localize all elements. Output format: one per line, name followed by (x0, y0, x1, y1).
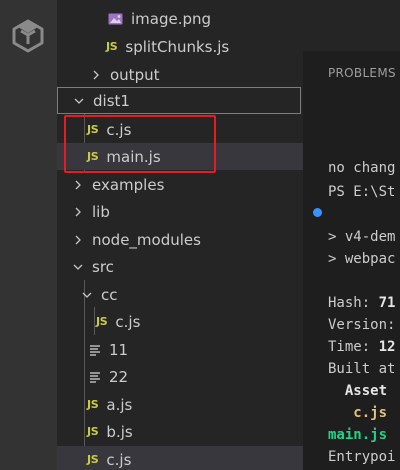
tree-folder-examples[interactable]: examples (57, 171, 303, 198)
terminal-text: Time: (328, 339, 379, 355)
tree-folder-src[interactable]: src (57, 253, 303, 280)
tree-item-label: a.js (106, 395, 133, 414)
tree-item-label: c.js (106, 450, 132, 469)
panel-area: PROBLEMS no chang PS E:\St > v4-dem > we… (303, 0, 400, 470)
terminal-line: Hash: 71 (328, 295, 395, 311)
terminal-line: PS E:\St (328, 184, 396, 200)
activity-bar (0, 0, 57, 470)
terminal-line: Time: 12 (328, 339, 395, 355)
tree-item-22[interactable]: 22 (57, 363, 303, 390)
chevron-down-icon (71, 260, 85, 274)
tree-item-label: b.js (106, 422, 133, 441)
vscode-window: image.png JS splitChunks.js output dist1… (0, 0, 400, 470)
chevron-right-icon (71, 205, 85, 219)
js-icon: JS (96, 315, 108, 328)
tab-problems[interactable]: PROBLEMS (328, 66, 396, 80)
tree-item-label: c.js (115, 312, 141, 331)
tree-item-label: cc (101, 285, 118, 304)
tree-item-label: src (92, 257, 114, 276)
tree-item-a-js[interactable]: JS a.js (57, 391, 303, 418)
chevron-right-icon (71, 178, 85, 192)
terminal-line: c.js (328, 405, 388, 421)
js-icon: JS (106, 40, 118, 53)
terminal-line: > webpac (328, 251, 396, 267)
js-icon: JS (87, 398, 99, 411)
terminal-text: 71 (378, 295, 396, 311)
tree-item-label: examples (92, 175, 165, 194)
tree-item-label: image.png (131, 9, 212, 28)
tree-item-label: node_modules (92, 230, 201, 249)
image-icon (108, 13, 123, 25)
app-logo-icon (12, 19, 44, 53)
terminal-line: Version: (328, 317, 396, 333)
terminal-line: > v4-dem (328, 229, 396, 245)
explorer-tree: image.png JS splitChunks.js output dist1… (57, 0, 303, 470)
terminal-line: no chang (328, 160, 396, 176)
chevron-down-icon (72, 94, 86, 108)
js-icon: JS (87, 453, 99, 466)
tree-item-11[interactable]: 11 (57, 336, 303, 363)
terminal-line: Built at (328, 361, 396, 377)
tree-item-cc-c-js[interactable]: JS c.js (57, 308, 303, 335)
tree-item-src-c-js[interactable]: JS c.js (57, 446, 303, 470)
text-file-icon (89, 371, 101, 383)
terminal-status-dot (313, 208, 322, 217)
tree-folder-dist1[interactable]: dist1 (57, 87, 301, 114)
tree-item-b-js[interactable]: JS b.js (57, 418, 303, 445)
terminal-line: main.js (328, 427, 388, 443)
tree-folder-output[interactable]: output (57, 61, 303, 88)
tree-item-label: 11 (109, 340, 129, 359)
tree-folder-lib[interactable]: lib (57, 198, 303, 225)
tree-item-label: splitChunks.js (125, 37, 230, 56)
tree-item-label: 22 (109, 367, 129, 386)
tree-item-label: dist1 (93, 91, 130, 110)
tree-folder-cc[interactable]: cc (57, 281, 303, 308)
terminal-text: 12 (378, 339, 396, 355)
tree-item-splitchunks-js[interactable]: JS splitChunks.js (57, 33, 303, 60)
js-icon: JS (87, 425, 99, 438)
terminal-line: Asset (328, 383, 388, 399)
editor-tab-bar (303, 0, 400, 51)
text-file-icon (89, 344, 101, 356)
chevron-right-icon (71, 233, 85, 247)
chevron-right-icon (89, 68, 103, 82)
tree-folder-node-modules[interactable]: node_modules (57, 226, 303, 253)
tree-item-label: lib (92, 202, 110, 221)
tree-item-label: output (110, 65, 160, 84)
chevron-down-icon (80, 288, 94, 302)
annotation-highlight-box (64, 115, 216, 173)
tree-item-image-png[interactable]: image.png (57, 5, 303, 32)
terminal-line: Entrypoi (328, 449, 396, 465)
terminal-text: Hash: (328, 295, 379, 311)
